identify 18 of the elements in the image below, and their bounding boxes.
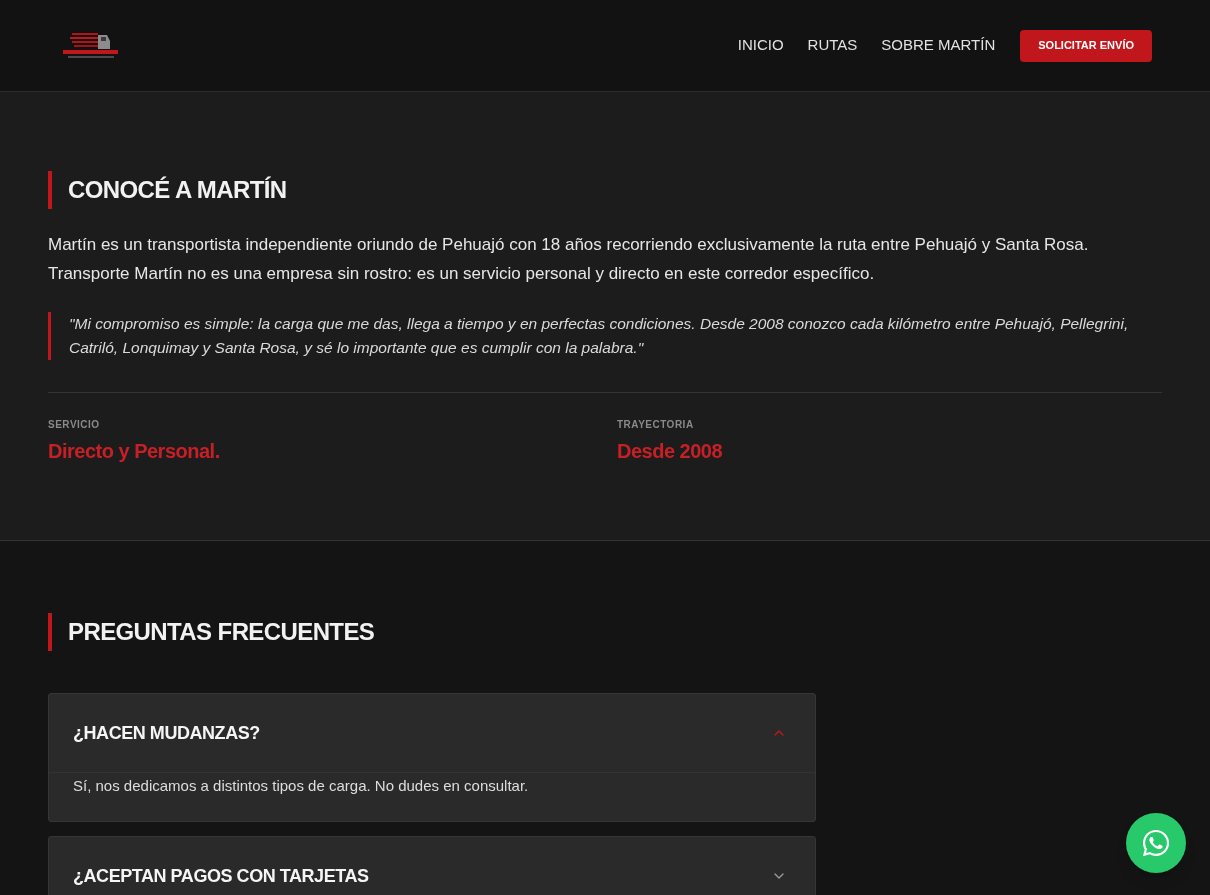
faq-question[interactable]: ¿HACEN MUDANZAS? (49, 694, 815, 772)
about-paragraph: Martín es un transportista independiente oriundo de Pehuajó con 18 años recorriendo exclusivamente la ruta entre Pehuajó y Santa Rosa. Transporte Martín no es una empresa sin rostro: es un servicio personal y directo en este corredor específico. (48, 234, 1090, 285)
stat-value: Desde 2008 (617, 439, 723, 464)
request-shipment-button[interactable]: SOLICITAR ENVÍO (1020, 29, 1152, 62)
nav-link[interactable]: SOBRE MARTÍN (881, 34, 996, 57)
section-heading: PREGUNTAS FRECUENTES (48, 613, 375, 651)
stat-label: SERVICIO (48, 418, 100, 432)
nav-link[interactable]: RUTAS (807, 34, 858, 57)
stat-value: Directo y Personal. (48, 439, 220, 464)
phone-bubble-icon (1141, 828, 1171, 858)
faq-question[interactable]: ¿ACEPTAN PAGOS CON TARJETAS (49, 837, 815, 895)
section-heading: CONOCÉ A MARTÍN (48, 171, 287, 209)
quote: "Mi compromiso es simple: la carga que me das, llega a tiempo y en perfectas condiciones. Desde 2008 conozco cada kilómetro entre Pehuajó, Pellegrini, Catriló, Lonquimay y Santa Rosa, y sé lo importante que es cumplir con la palabra." (48, 312, 1162, 360)
faq-answer: Sí, nos dedicamos a distintos tipos de carga. No dudes en consultar. (73, 776, 530, 796)
nav-link[interactable]: INICIO (737, 34, 784, 57)
truck-logo[interactable] (60, 30, 120, 61)
stat-label: TRAYECTORIA (617, 418, 694, 432)
chat-button[interactable] (1126, 813, 1186, 873)
